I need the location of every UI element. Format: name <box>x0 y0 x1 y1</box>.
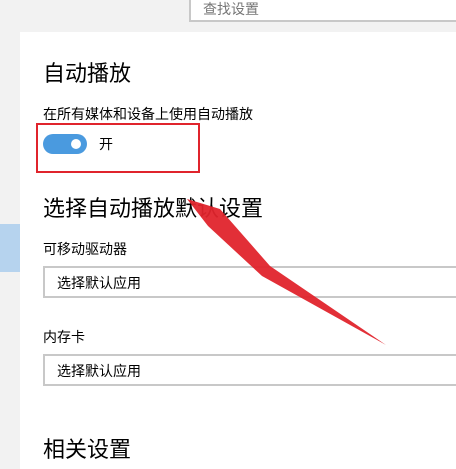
nav-selected-indicator[interactable] <box>0 224 20 272</box>
search-placeholder: 查找设置 <box>203 2 259 18</box>
autoplay-heading: 自动播放 <box>43 62 132 87</box>
autoplay-defaults-heading: 选择自动播放默认设置 <box>43 197 264 222</box>
autoplay-toggle-label: 在所有媒体和设备上使用自动播放 <box>43 107 253 123</box>
toggle-state-text: 开 <box>99 137 113 153</box>
search-input[interactable]: 查找设置 <box>189 0 456 22</box>
autoplay-toggle[interactable] <box>43 134 87 154</box>
removable-drive-value: 选择默认应用 <box>57 276 141 292</box>
removable-drive-label: 可移动驱动器 <box>43 242 127 258</box>
related-settings-heading: 相关设置 <box>43 438 132 463</box>
memory-card-value: 选择默认应用 <box>57 364 141 380</box>
memory-card-label: 内存卡 <box>43 330 85 346</box>
memory-card-dropdown[interactable]: 选择默认应用 <box>43 354 456 386</box>
removable-drive-dropdown[interactable]: 选择默认应用 <box>43 266 456 298</box>
toggle-knob <box>71 139 81 149</box>
